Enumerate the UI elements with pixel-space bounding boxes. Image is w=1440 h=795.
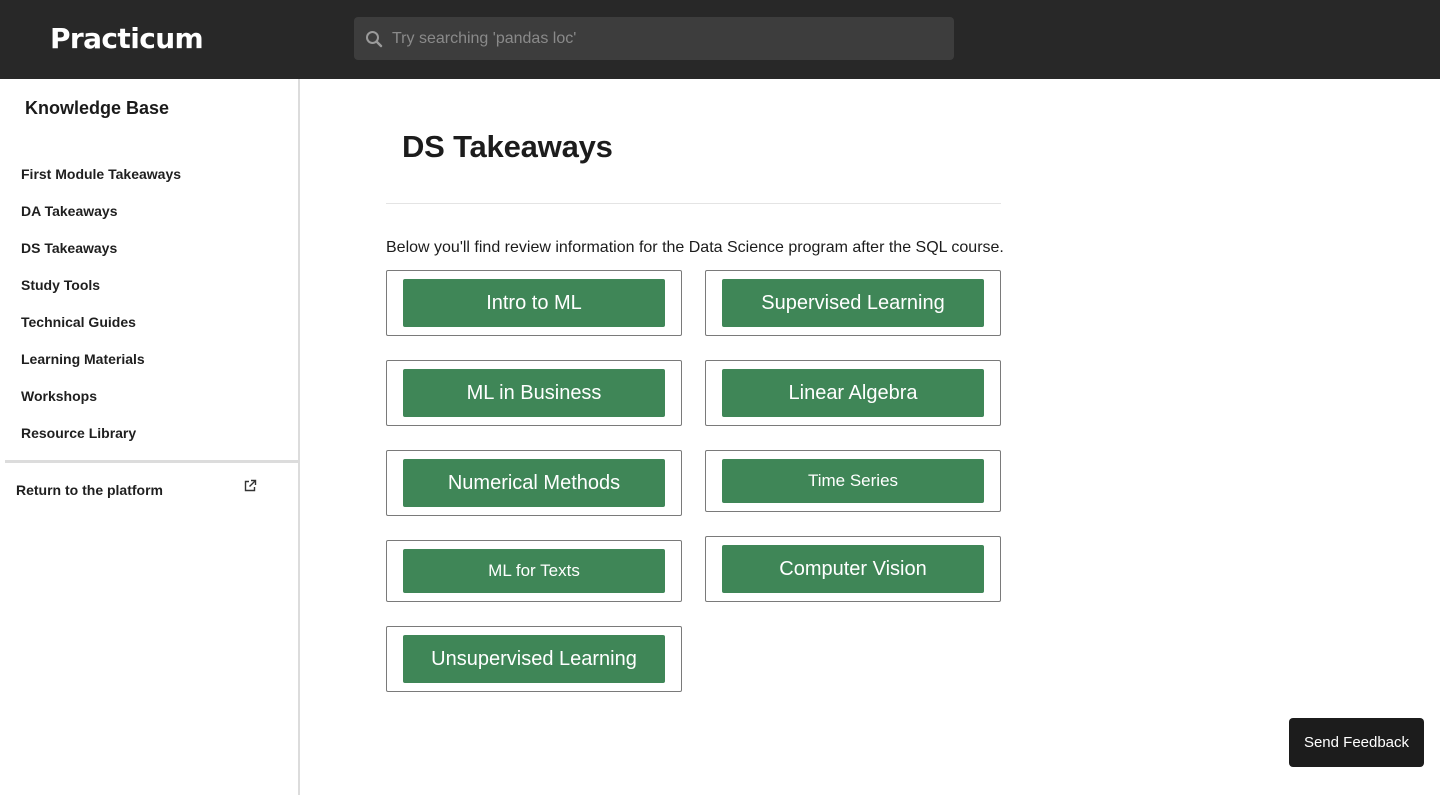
- card-supervised-learning: Supervised Learning: [705, 270, 1001, 336]
- sidebar-item-learning-materials[interactable]: Learning Materials: [21, 351, 145, 367]
- main-content: DS Takeaways Below you'll find review in…: [300, 79, 1440, 795]
- sidebar-item-study-tools[interactable]: Study Tools: [21, 277, 100, 293]
- supervised-learning-button[interactable]: Supervised Learning: [722, 279, 984, 327]
- intro-text: Below you'll find review information for…: [386, 239, 1004, 256]
- top-bar: Practicum: [0, 0, 1440, 79]
- search-box[interactable]: [354, 17, 954, 60]
- search-input[interactable]: [392, 17, 942, 60]
- sidebar: Knowledge Base First Module Takeaways DA…: [0, 79, 300, 795]
- intro-to-ml-button[interactable]: Intro to ML: [403, 279, 665, 327]
- sidebar-item-workshops[interactable]: Workshops: [21, 388, 97, 404]
- card-linear-algebra: Linear Algebra: [705, 360, 1001, 426]
- sidebar-divider: [5, 460, 298, 463]
- card-computer-vision: Computer Vision: [705, 536, 1001, 602]
- sidebar-item-ds-takeaways[interactable]: DS Takeaways: [21, 240, 117, 256]
- sidebar-item-resource-library[interactable]: Resource Library: [21, 425, 136, 441]
- card-ml-in-business: ML in Business: [386, 360, 682, 426]
- card-numerical-methods: Numerical Methods: [386, 450, 682, 516]
- card-ml-for-texts: ML for Texts: [386, 540, 682, 602]
- card-intro-to-ml: Intro to ML: [386, 270, 682, 336]
- page-title: DS Takeaways: [402, 129, 613, 164]
- logo[interactable]: Practicum: [50, 22, 204, 55]
- ml-for-texts-button[interactable]: ML for Texts: [403, 549, 665, 593]
- send-feedback-button[interactable]: Send Feedback: [1289, 718, 1424, 767]
- return-to-platform-link[interactable]: Return to the platform: [16, 482, 163, 498]
- sidebar-item-da-takeaways[interactable]: DA Takeaways: [21, 203, 118, 219]
- numerical-methods-button[interactable]: Numerical Methods: [403, 459, 665, 507]
- ml-in-business-button[interactable]: ML in Business: [403, 369, 665, 417]
- linear-algebra-button[interactable]: Linear Algebra: [722, 369, 984, 417]
- time-series-button[interactable]: Time Series: [722, 459, 984, 503]
- sidebar-item-technical-guides[interactable]: Technical Guides: [21, 314, 136, 330]
- unsupervised-learning-button[interactable]: Unsupervised Learning: [403, 635, 665, 683]
- search-icon: [366, 31, 383, 48]
- title-divider: [386, 203, 1001, 204]
- computer-vision-button[interactable]: Computer Vision: [722, 545, 984, 593]
- external-link-icon[interactable]: [243, 479, 257, 493]
- sidebar-title: Knowledge Base: [25, 98, 170, 118]
- sidebar-item-first-module-takeaways[interactable]: First Module Takeaways: [21, 166, 181, 182]
- card-unsupervised-learning: Unsupervised Learning: [386, 626, 682, 692]
- card-time-series: Time Series: [705, 450, 1001, 512]
